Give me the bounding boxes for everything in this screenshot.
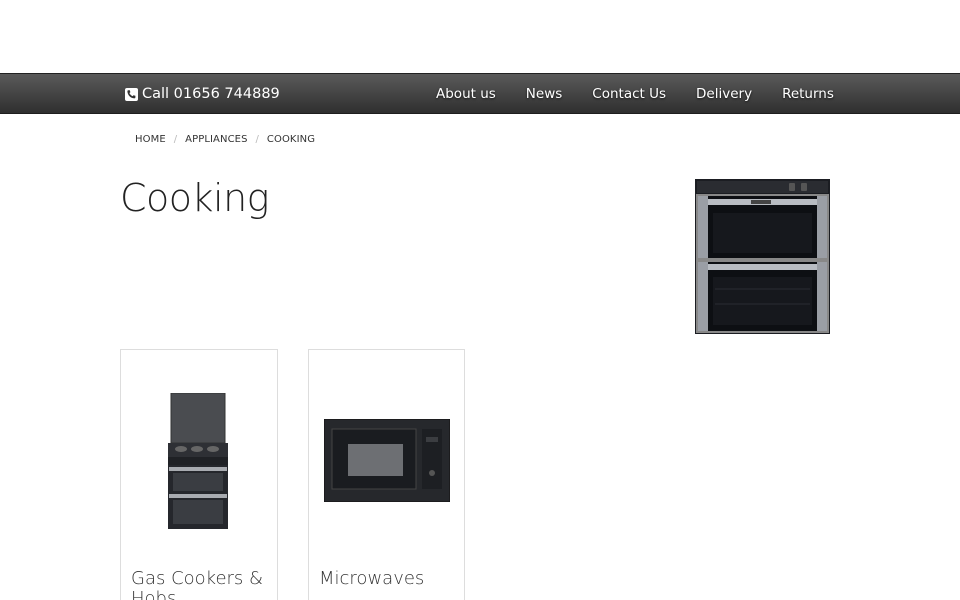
category-card-microwaves[interactable]: Microwaves bbox=[308, 349, 465, 600]
breadcrumb: HOME / APPLIANCES / COOKING bbox=[135, 134, 315, 145]
microwave-image bbox=[324, 419, 450, 502]
menu-item-contact-us[interactable]: Contact Us bbox=[577, 86, 681, 102]
menu-item-delivery[interactable]: Delivery bbox=[681, 86, 767, 102]
breadcrumb-separator: / bbox=[173, 134, 178, 145]
top-navbar: Call 01656 744889 About us News Contact … bbox=[0, 73, 960, 114]
gas-cooker-image bbox=[168, 393, 228, 529]
category-title[interactable]: Microwaves bbox=[319, 569, 459, 589]
category-card-gas-cookers[interactable]: Gas Cookers & Hobs bbox=[120, 349, 278, 600]
phone-label: Call 01656 744889 bbox=[142, 86, 280, 102]
category-title[interactable]: Gas Cookers & Hobs bbox=[131, 569, 271, 600]
breadcrumb-separator: / bbox=[255, 134, 259, 145]
phone-icon bbox=[125, 87, 138, 101]
menu-item-about-us[interactable]: About us bbox=[421, 86, 511, 102]
call-link[interactable]: Call 01656 744889 bbox=[125, 74, 280, 114]
breadcrumb-appliances[interactable]: APPLIANCES bbox=[185, 134, 247, 145]
built-in-oven-image bbox=[695, 179, 830, 334]
breadcrumb-cooking[interactable]: COOKING bbox=[267, 134, 315, 145]
menu-item-news[interactable]: News bbox=[511, 86, 577, 102]
menu-item-returns[interactable]: Returns bbox=[767, 86, 849, 102]
breadcrumb-home[interactable]: HOME bbox=[135, 134, 166, 145]
main-menu: About us News Contact Us Delivery Return… bbox=[421, 74, 849, 114]
page-title: Cooking bbox=[120, 176, 269, 220]
